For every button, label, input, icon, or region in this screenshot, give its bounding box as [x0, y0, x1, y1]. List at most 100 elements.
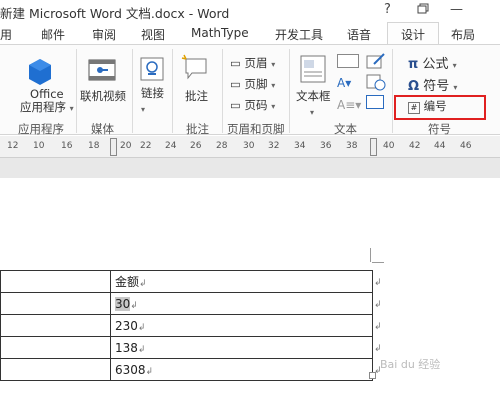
link-button[interactable]: 链接 ▾ [141, 85, 164, 115]
ruler-tick: 28 [216, 141, 228, 151]
data-table: 金额↲ 30↲ 230↲ 138↲ 6308↲ [0, 270, 373, 381]
dropcap-icon[interactable]: A≡▾ [337, 98, 361, 112]
table-cell[interactable]: 30↲ [110, 292, 373, 315]
textbox-icon[interactable] [300, 55, 326, 86]
group-label-apps: 应用程序 [18, 122, 64, 136]
group-label-comments: 批注 [186, 122, 209, 136]
group-separator [392, 49, 393, 133]
minimize-button[interactable]: — [450, 2, 463, 17]
group-separator [172, 49, 173, 133]
footer-button[interactable]: ▭ 页脚 ▾ [230, 76, 275, 92]
tab-developer[interactable]: 开发工具 [275, 26, 323, 43]
table-cell[interactable]: 230↲ [110, 314, 373, 337]
pi-icon: π [408, 57, 419, 72]
crop-mark [370, 248, 371, 262]
link-icon[interactable] [140, 57, 164, 84]
table-cell[interactable] [0, 336, 111, 359]
quick-parts-icon[interactable] [337, 54, 359, 68]
page-number-button[interactable]: ▭ 页码 ▾ [230, 97, 275, 113]
wordart-icon[interactable]: A▾ [337, 76, 351, 90]
table-row: 30↲ [0, 292, 373, 315]
tab-layout[interactable]: 布局 [451, 26, 475, 43]
crop-mark [372, 262, 384, 263]
comment-icon[interactable] [180, 53, 210, 84]
tab-use[interactable]: 用 [0, 26, 12, 43]
group-label-symbols: 符号 [428, 122, 451, 136]
comment-button[interactable]: 批注 [185, 88, 208, 104]
table-row: 230↲ [0, 314, 373, 337]
ruler-tick: 38 [346, 141, 358, 151]
page-number-icon: ▭ [230, 98, 241, 112]
tab-review[interactable]: 审阅 [92, 26, 116, 43]
equation-button[interactable]: π 公式 ▾ [408, 53, 457, 72]
footer-icon: ▭ [230, 77, 241, 91]
ruler-column-marker[interactable] [110, 138, 117, 156]
online-video-button[interactable]: 联机视频 [80, 88, 126, 104]
table-row: 6308↲ [0, 358, 373, 381]
table-cell[interactable] [0, 292, 111, 315]
symbol-button[interactable]: Ω 符号 ▾ [408, 75, 457, 94]
table-cell[interactable] [0, 358, 111, 381]
ruler-tick: 10 [33, 141, 45, 151]
table-row: 金额↲ [0, 270, 373, 293]
tab-design[interactable]: 设计 [387, 22, 440, 45]
ribbon: Office 应用程序 ▾ 应用程序 联机视频 媒体 链接 ▾ 批注 批注 ▭ 页… [0, 44, 500, 136]
highlight-box [394, 95, 486, 120]
watermark: Bai du 经验 [380, 358, 441, 371]
ruler-tick: 20 [120, 141, 132, 151]
ruler-tick: 44 [434, 141, 446, 151]
help-button[interactable]: ? [384, 2, 391, 17]
table-cell[interactable]: 6308↲ [110, 358, 373, 381]
tab-speech[interactable]: 语音 [347, 26, 371, 43]
ruler: 12 10 16 18 20 22 24 26 28 30 32 34 36 3… [0, 136, 500, 158]
group-label-media: 媒体 [91, 122, 114, 136]
ruler-tick: 12 [7, 141, 19, 151]
table-cell[interactable] [0, 270, 111, 293]
omega-icon: Ω [408, 79, 420, 94]
tab-mathtype[interactable]: MathType [191, 26, 249, 40]
textbox-button[interactable]: 文本框 ▾ [296, 88, 331, 118]
ruler-column-marker[interactable] [370, 138, 377, 156]
table-cell[interactable]: 138↲ [110, 336, 373, 359]
table-cell[interactable] [0, 314, 111, 337]
row-end-mark: ↲ [374, 278, 382, 288]
group-label-text: 文本 [334, 122, 357, 136]
film-icon[interactable] [88, 57, 116, 86]
table-cell[interactable]: 金额↲ [110, 270, 373, 293]
group-separator [132, 49, 133, 133]
office-store-icon[interactable] [27, 57, 53, 90]
office-apps-label[interactable]: Office 应用程序 ▾ [20, 88, 74, 115]
ruler-tick: 46 [460, 141, 472, 151]
date-time-icon[interactable] [366, 73, 386, 94]
window-title: 新建 Microsoft Word 文档.docx - Word [0, 6, 230, 21]
ruler-tick: 18 [88, 141, 100, 151]
ruler-tick: 24 [165, 141, 177, 151]
table-row: 138↲ [0, 336, 373, 359]
object-icon[interactable] [366, 95, 384, 109]
ruler-tick: 36 [320, 141, 332, 151]
ruler-tick: 16 [61, 141, 73, 151]
tab-mailings[interactable]: 邮件 [41, 26, 65, 43]
row-end-mark: ↲ [374, 344, 382, 354]
restore-icon[interactable] [416, 2, 430, 20]
ruler-tick: 40 [383, 141, 395, 151]
group-separator [76, 49, 77, 133]
ruler-tick: 42 [409, 141, 421, 151]
group-separator [289, 49, 290, 133]
ruler-tick: 26 [190, 141, 202, 151]
ruler-tick: 22 [140, 141, 152, 151]
title-bar: 新建 Microsoft Word 文档.docx - Word ? — [0, 0, 500, 22]
table-resize-handle[interactable] [369, 372, 376, 379]
header-icon: ▭ [230, 56, 241, 70]
ruler-tick: 30 [243, 141, 255, 151]
signature-icon[interactable] [366, 52, 386, 73]
group-separator [222, 49, 223, 133]
row-end-mark: ↲ [374, 300, 382, 310]
ruler-tick: 32 [268, 141, 280, 151]
header-button[interactable]: ▭ 页眉 ▾ [230, 55, 275, 71]
ribbon-tabs: 用 邮件 审阅 视图 MathType 开发工具 语音 设计 布局 [0, 22, 500, 45]
tab-view[interactable]: 视图 [141, 26, 165, 43]
row-end-mark: ↲ [374, 322, 382, 332]
group-label-header-footer: 页眉和页脚 [227, 122, 285, 136]
ruler-tick: 34 [294, 141, 306, 151]
